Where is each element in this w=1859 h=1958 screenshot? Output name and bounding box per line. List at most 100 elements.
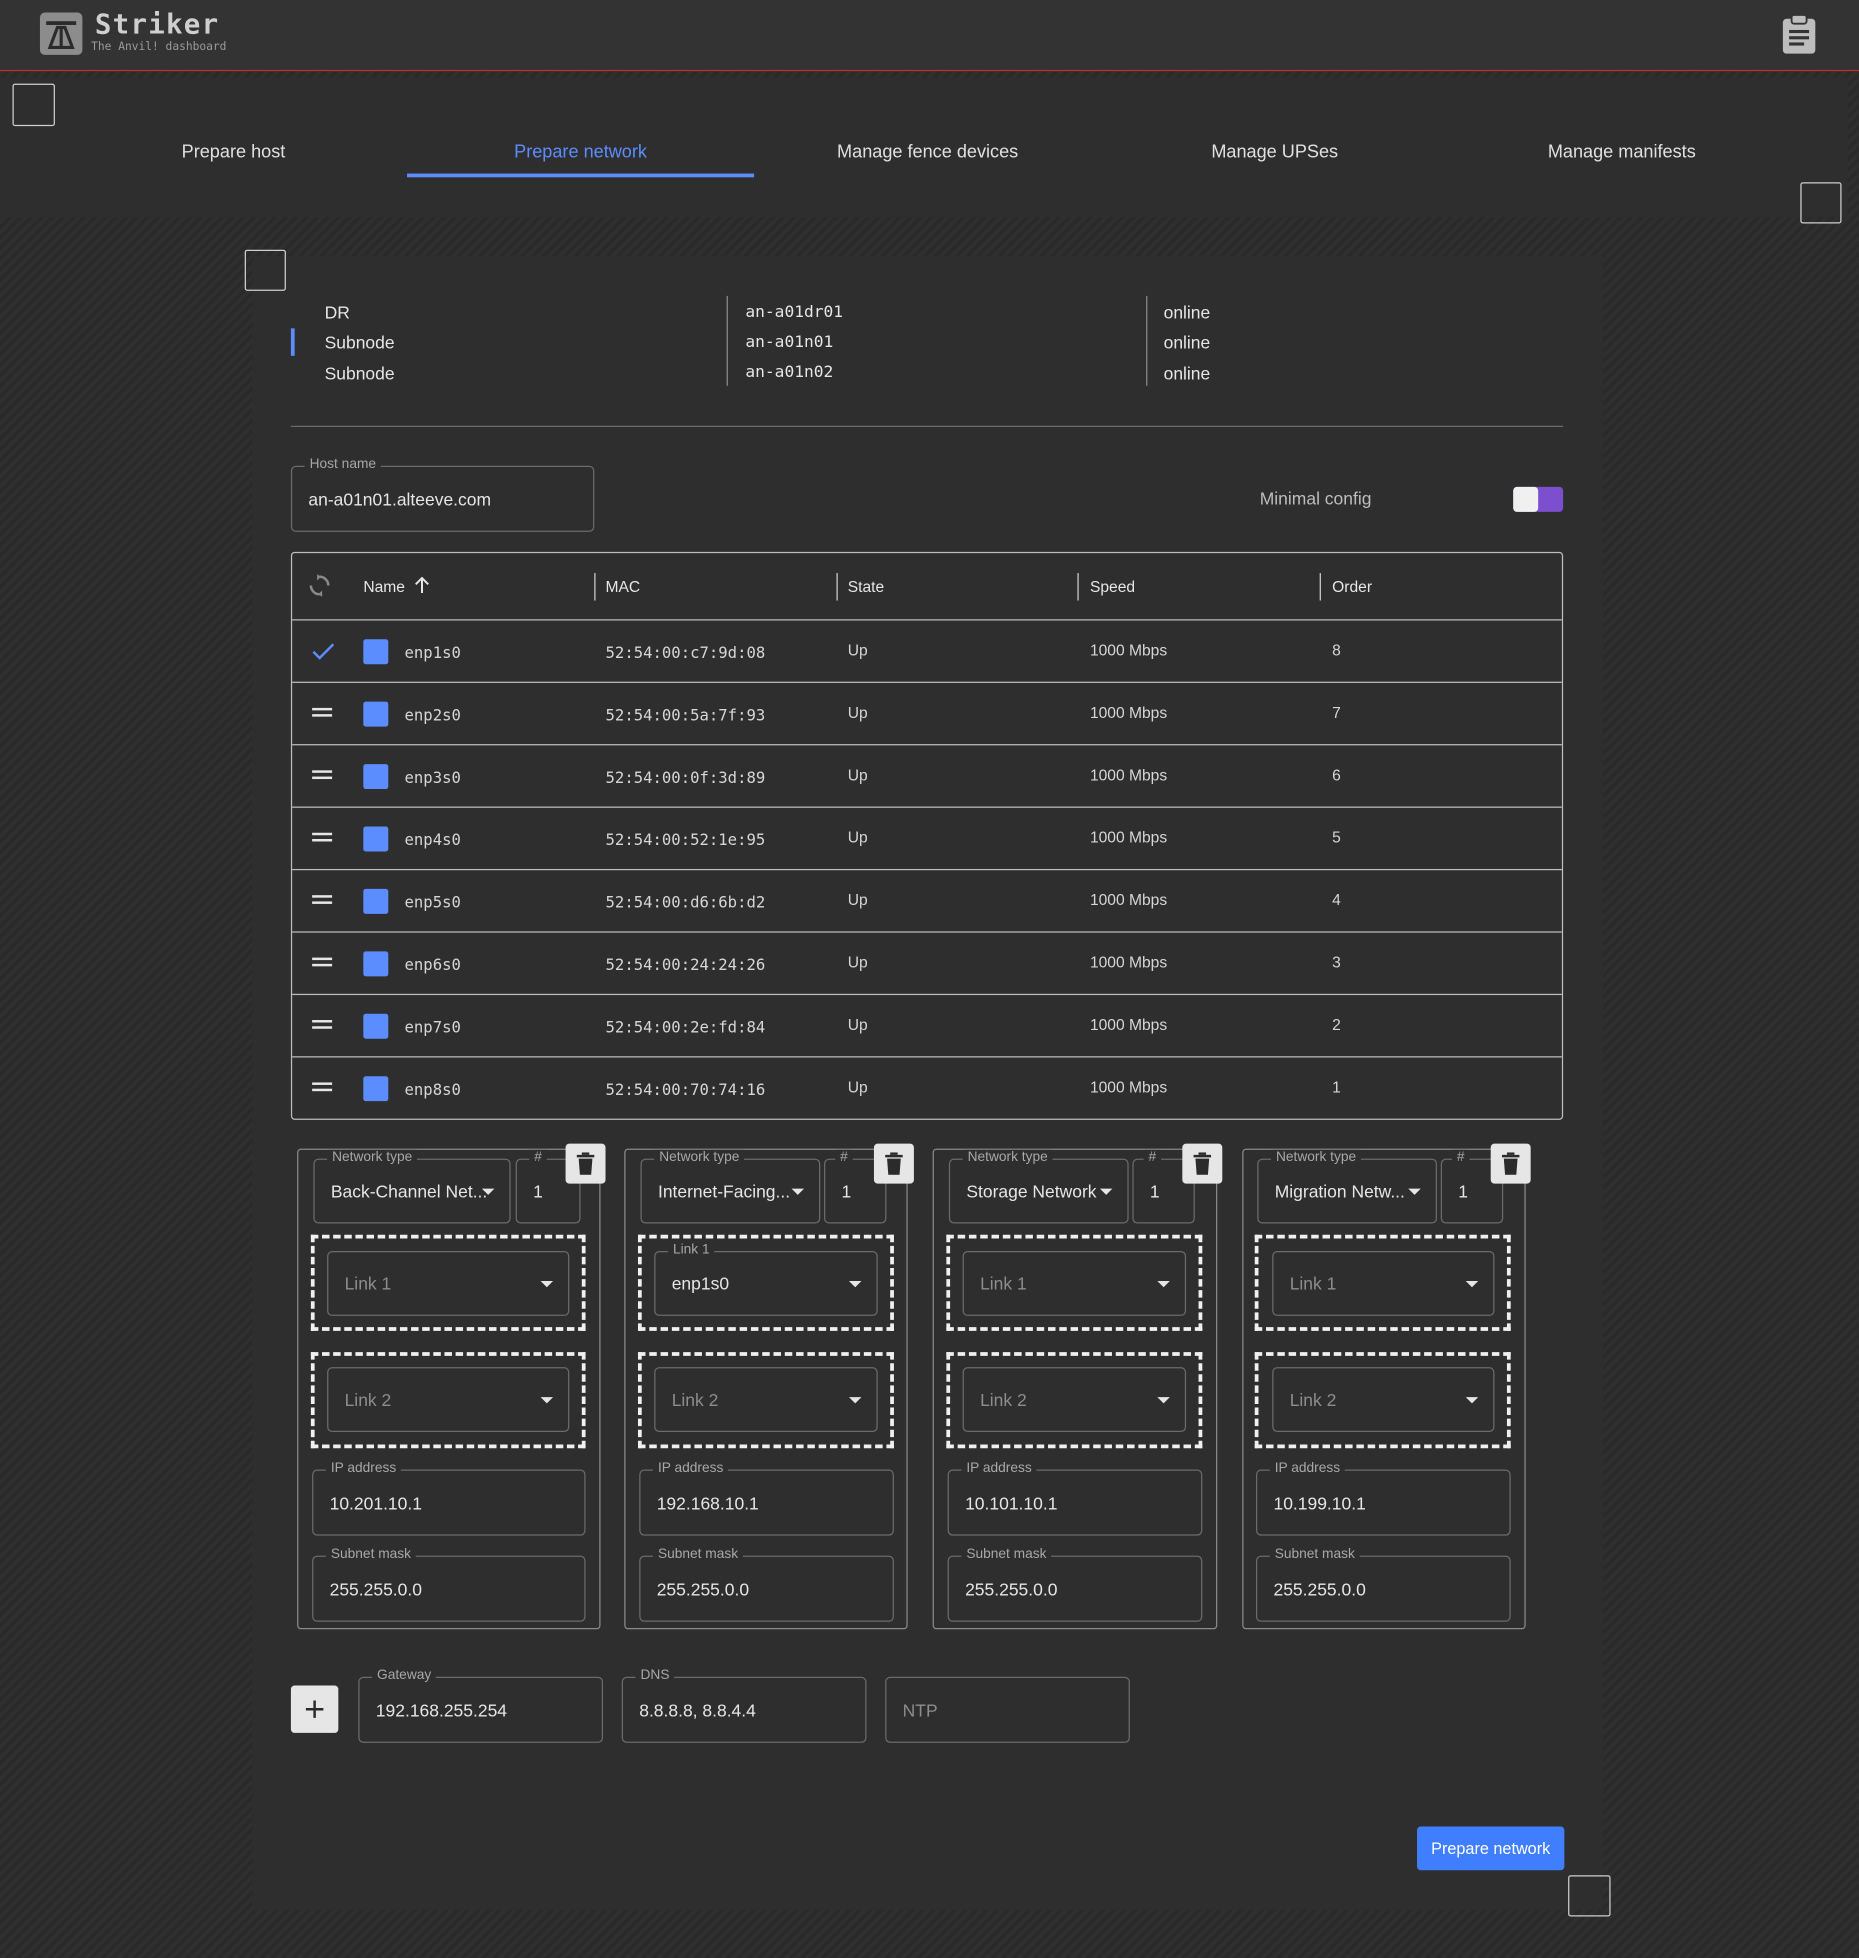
subnet-mask-field[interactable]: Subnet mask 255.255.0.0	[947, 1546, 1203, 1622]
host-name-field[interactable]: Host name an-a01n01.alteeve.com	[290, 456, 595, 532]
host-type[interactable]: Subnode	[325, 332, 395, 352]
interface-speed: 1000 Mbps	[1089, 766, 1168, 785]
interface-color-swatch[interactable]	[363, 888, 389, 914]
tab-manage-upses[interactable]: Manage UPSes	[1101, 142, 1448, 167]
chevron-down-icon	[540, 1280, 554, 1288]
expand-toggle-button[interactable]	[12, 83, 55, 127]
tab-prepare-network[interactable]: Prepare network	[407, 142, 754, 167]
app-header: Striker The Anvil! dashboard	[0, 0, 1859, 72]
link-1-label: Link 1	[667, 1242, 715, 1258]
table-row[interactable]: enp5s0 52:54:00:d6:6b:d2 Up 1000 Mbps 4	[292, 870, 1562, 931]
interface-color-swatch[interactable]	[363, 1013, 389, 1039]
network-type-select[interactable]: Network type Migration Netw...	[1257, 1149, 1438, 1224]
link-2-select[interactable]: Link 2	[1272, 1367, 1495, 1433]
interface-color-swatch[interactable]	[363, 826, 389, 852]
interface-name: enp6s0	[404, 955, 461, 974]
interface-order: 3	[1332, 953, 1341, 972]
interface-mac: 52:54:00:0f:3d:89	[605, 767, 766, 787]
gateway-field[interactable]: Gateway 192.168.255.254	[358, 1667, 604, 1743]
ip-address-value: 10.101.10.1	[965, 1492, 1058, 1513]
interface-name: enp2s0	[404, 705, 461, 725]
table-row[interactable]: enp8s0 52:54:00:70:74:16 Up 1000 Mbps 1	[292, 1057, 1562, 1118]
striker-logo-icon[interactable]	[39, 12, 83, 55]
subnet-mask-field[interactable]: Subnet mask 255.255.0.0	[1255, 1546, 1511, 1622]
ntp-field[interactable]: NTP	[885, 1676, 1130, 1743]
interface-color-swatch[interactable]	[363, 951, 389, 977]
table-row[interactable]: enp7s0 52:54:00:2e:fd:84 Up 1000 Mbps 2	[292, 995, 1562, 1056]
column-header-state[interactable]: State	[848, 578, 884, 595]
host-name[interactable]: an-a01dr01	[745, 303, 843, 322]
network-type-select[interactable]: Network type Back-Channel Net...	[313, 1149, 511, 1224]
column-header-name[interactable]: Name	[363, 578, 405, 595]
subnet-mask-label: Subnet mask	[961, 1546, 1052, 1562]
link-2-placeholder: Link 2	[344, 1389, 392, 1410]
link-1-value: enp1s0	[671, 1273, 730, 1294]
interface-order: 2	[1332, 1016, 1341, 1034]
link-1-select[interactable]: Link 1	[327, 1250, 570, 1316]
link-2-select[interactable]: Link 2	[654, 1367, 878, 1433]
table-row[interactable]: enp2s0 52:54:00:5a:7f:93 Up 1000 Mbps 7	[292, 683, 1562, 744]
link-2-select[interactable]: Link 2	[327, 1367, 570, 1433]
dns-field[interactable]: DNS 8.8.8.8, 8.8.4.4	[621, 1667, 867, 1743]
host-type[interactable]: DR	[325, 302, 350, 322]
interface-color-swatch[interactable]	[363, 764, 389, 790]
table-row[interactable]: enp1s0 52:54:00:c7:9d:08 Up 1000 Mbps 8	[292, 621, 1562, 682]
host-name[interactable]: an-a01n01	[745, 333, 833, 352]
network-number-value: 1	[1458, 1181, 1468, 1202]
interface-color-swatch[interactable]	[363, 1076, 389, 1102]
ip-address-field[interactable]: IP address 192.168.10.1	[639, 1460, 894, 1536]
corner-toggle-button[interactable]	[1800, 182, 1842, 224]
subnet-mask-field[interactable]: Subnet mask 255.255.0.0	[639, 1546, 894, 1622]
gateway-label: Gateway	[372, 1667, 437, 1683]
tab-manage-manifests[interactable]: Manage manifests	[1448, 142, 1795, 167]
ip-address-field[interactable]: IP address 10.199.10.1	[1255, 1460, 1511, 1536]
link-1-select[interactable]: Link 1	[1272, 1250, 1495, 1316]
table-row[interactable]: enp3s0 52:54:00:0f:3d:89 Up 1000 Mbps 6	[292, 745, 1562, 806]
subnet-mask-field[interactable]: Subnet mask 255.255.0.0	[312, 1546, 586, 1622]
table-row[interactable]: enp6s0 52:54:00:24:24:26 Up 1000 Mbps 3	[292, 933, 1562, 994]
ip-address-field[interactable]: IP address 10.101.10.1	[947, 1460, 1203, 1536]
link-2-select[interactable]: Link 2	[962, 1367, 1187, 1433]
subnet-mask-value: 255.255.0.0	[656, 1578, 750, 1599]
interface-color-swatch[interactable]	[363, 701, 389, 727]
interface-color-swatch[interactable]	[363, 639, 389, 665]
subnet-mask-label: Subnet mask	[1269, 1546, 1360, 1562]
trash-icon	[885, 1152, 903, 1175]
link-1-select[interactable]: Link 1 enp1s0	[654, 1242, 878, 1316]
host-name[interactable]: an-a01n02	[745, 363, 833, 382]
interface-state: Up	[847, 704, 868, 722]
chevron-down-icon	[1157, 1397, 1170, 1404]
prepare-network-button[interactable]: Prepare network	[1417, 1826, 1565, 1871]
table-row[interactable]: enp4s0 52:54:00:52:1e:95 Up 1000 Mbps 5	[292, 808, 1562, 869]
clipboard-icon[interactable]	[1778, 12, 1820, 54]
subnet-mask-label: Subnet mask	[652, 1546, 744, 1562]
delete-network-button[interactable]	[873, 1143, 914, 1184]
column-header-speed[interactable]: Speed	[1090, 578, 1135, 595]
network-number-value: 1	[841, 1181, 852, 1202]
add-network-button[interactable]	[290, 1685, 339, 1733]
chevron-down-icon	[1099, 1188, 1113, 1195]
interface-name: enp4s0	[404, 830, 461, 849]
column-separator	[836, 573, 838, 601]
panel-toggle-button[interactable]	[244, 249, 286, 291]
minimal-config-toggle-thumb[interactable]	[1513, 486, 1539, 512]
column-header-order[interactable]: Order	[1332, 578, 1372, 595]
tab-manage-fence-devices[interactable]: Manage fence devices	[754, 142, 1101, 167]
check-icon	[312, 643, 335, 660]
panel-corner-button[interactable]	[1568, 1875, 1611, 1917]
interface-order: 4	[1332, 891, 1341, 909]
column-header-mac[interactable]: MAC	[606, 578, 641, 595]
delete-network-button[interactable]	[1490, 1143, 1531, 1184]
ip-address-label: IP address	[961, 1460, 1037, 1476]
network-type-select[interactable]: Network type Internet-Facing...	[640, 1149, 821, 1224]
ip-address-field[interactable]: IP address 10.201.10.1	[312, 1460, 586, 1536]
refresh-icon[interactable]	[307, 573, 332, 598]
delete-network-button[interactable]	[565, 1143, 606, 1184]
host-type[interactable]: Subnode	[325, 363, 395, 383]
tab-prepare-host[interactable]: Prepare host	[60, 142, 407, 167]
network-type-select[interactable]: Network type Storage Network	[948, 1149, 1129, 1224]
link-1-select[interactable]: Link 1	[962, 1250, 1187, 1316]
host-status: online	[1163, 363, 1211, 384]
delete-network-button[interactable]	[1182, 1143, 1223, 1184]
sort-ascending-icon[interactable]	[415, 576, 430, 594]
